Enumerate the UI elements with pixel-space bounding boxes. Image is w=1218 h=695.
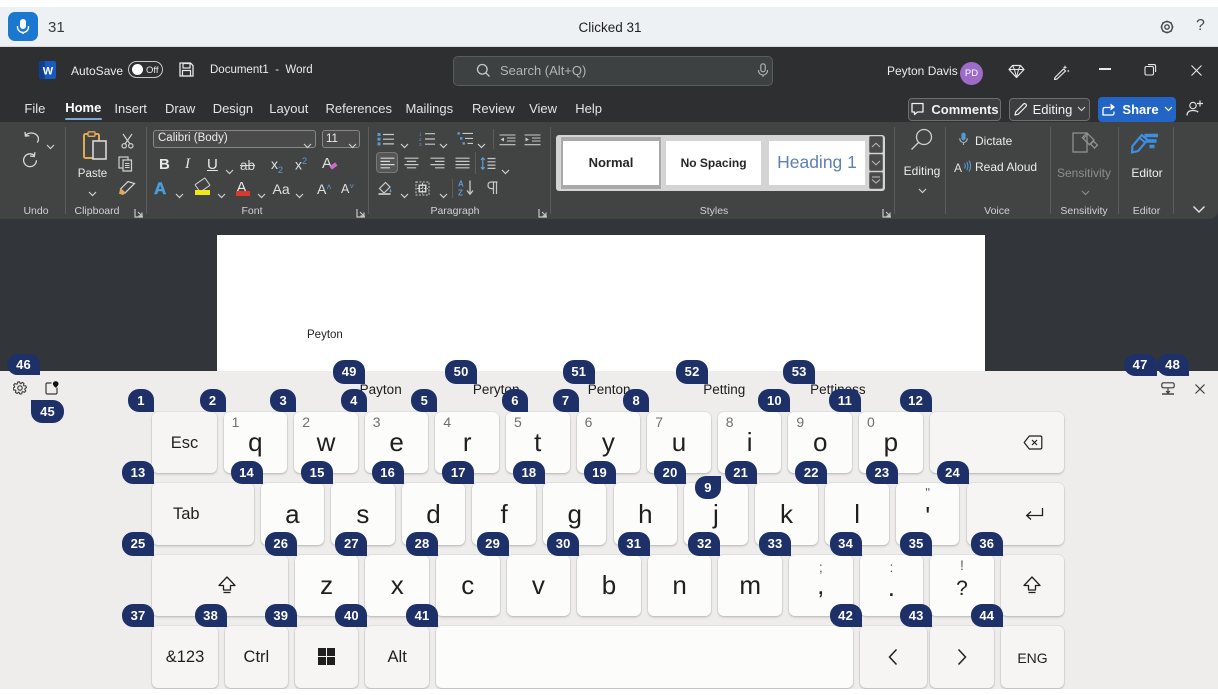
svg-text:W: W xyxy=(43,66,54,78)
svg-text:A: A xyxy=(954,161,962,175)
svg-text:3: 3 xyxy=(419,142,422,146)
svg-text:A: A xyxy=(458,180,464,189)
svg-text:Z: Z xyxy=(458,189,463,197)
